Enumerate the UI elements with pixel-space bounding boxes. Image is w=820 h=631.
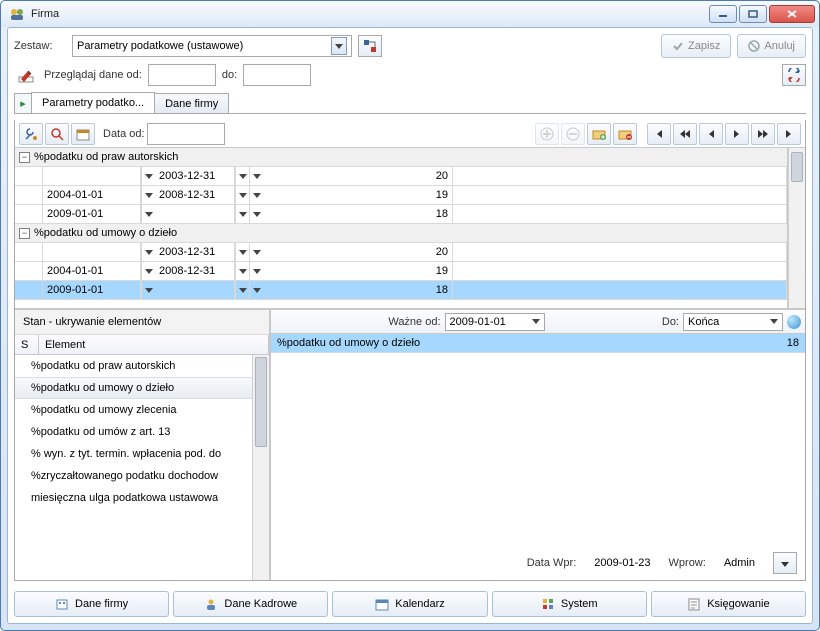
- do-label: Do:: [662, 316, 679, 328]
- refresh-button[interactable]: [782, 64, 806, 86]
- close-button[interactable]: [769, 5, 815, 23]
- calendar-button[interactable]: [71, 123, 95, 145]
- nav-forward-button[interactable]: [725, 123, 749, 145]
- edit-icon[interactable]: [14, 64, 38, 86]
- nav-system[interactable]: System: [492, 591, 647, 617]
- nav-last-button[interactable]: [777, 123, 801, 145]
- browse-from-label: Przeglądaj dane od:: [44, 69, 142, 81]
- wazne-od-label: Ważne od:: [388, 316, 440, 328]
- tab-dane-firmy[interactable]: Dane firmy: [154, 93, 229, 113]
- check-icon: [672, 40, 684, 52]
- group-label: %podatku od praw autorskich: [34, 151, 178, 163]
- cancel-button[interactable]: Anuluj: [737, 34, 806, 58]
- pane-toolbar: Data od:: [15, 120, 805, 148]
- list-item[interactable]: % wyn. z tyt. termin. wpłacenia pod. do: [15, 443, 269, 465]
- detail-row[interactable]: %podatku od umowy o dzieło 18: [271, 334, 805, 353]
- browse-to-input[interactable]: [243, 64, 311, 86]
- chevron-down-icon[interactable]: [331, 37, 347, 55]
- main-pane: Data od: −%podatku od praw auto: [14, 120, 806, 581]
- app-icon: [9, 6, 25, 22]
- date-from-label: Data od:: [103, 128, 145, 140]
- date-from-input[interactable]: [147, 123, 225, 145]
- list-item[interactable]: %podatku od umowy zlecenia: [15, 399, 269, 421]
- tabstrip: ▸ Parametry podatko... Dane firmy: [14, 92, 806, 114]
- window-title: Firma: [31, 8, 709, 20]
- nav-dane-firmy[interactable]: Dane firmy: [14, 591, 169, 617]
- collapse-icon[interactable]: −: [19, 228, 30, 239]
- do-field[interactable]: Końca: [683, 313, 783, 331]
- nav-ksiegowanie[interactable]: Księgowanie: [651, 591, 806, 617]
- list-item[interactable]: %podatku od umowy o dzieło: [15, 377, 269, 399]
- folder-plus-button[interactable]: [587, 123, 611, 145]
- col-element[interactable]: Element: [39, 335, 269, 354]
- titlebar: Firma: [1, 1, 819, 27]
- toggle-zestaw-button[interactable]: [358, 35, 382, 57]
- zestaw-combo[interactable]: Parametry podatkowe (ustawowe): [72, 35, 352, 57]
- add-button: [535, 123, 559, 145]
- bottom-nav: Dane firmy Dane Kadrowe Kalendarz System…: [14, 587, 806, 617]
- client-area: Zestaw: Parametry podatkowe (ustawowe) Z…: [7, 27, 813, 624]
- globe-icon[interactable]: [787, 315, 801, 329]
- browse-to-label: do:: [222, 69, 237, 81]
- nav-first-button[interactable]: [647, 123, 671, 145]
- zestaw-label: Zestaw:: [14, 40, 66, 52]
- calendar-icon: [375, 597, 389, 611]
- save-button[interactable]: Zapisz: [661, 34, 731, 58]
- tools-button[interactable]: [19, 123, 43, 145]
- nav-back-button[interactable]: [699, 123, 723, 145]
- cancel-icon: [748, 40, 760, 52]
- detail-panel: Ważne od: 2009-01-01 Do: Końca %podatku …: [271, 310, 805, 580]
- wprow-value: Admin: [724, 557, 755, 569]
- system-icon: [541, 597, 555, 611]
- data-wpr-value: 2009-01-23: [594, 557, 650, 569]
- book-icon: [687, 597, 701, 611]
- remove-button: [561, 123, 585, 145]
- search-button[interactable]: [45, 123, 69, 145]
- down-button[interactable]: [773, 552, 797, 574]
- nav-dane-kadrowe[interactable]: Dane Kadrowe: [173, 591, 328, 617]
- list-item[interactable]: %zryczałtowanego podatku dochodow: [15, 465, 269, 487]
- app-window: Firma Zestaw: Parametry podatkowe (ustaw…: [0, 0, 820, 631]
- hr-icon: [204, 597, 218, 611]
- collapse-icon[interactable]: −: [19, 152, 30, 163]
- element-list[interactable]: %podatku od praw autorskich %podatku od …: [15, 355, 269, 580]
- list-item[interactable]: miesięczna ulga podatkowa ustawowa: [15, 487, 269, 509]
- parameter-grid[interactable]: −%podatku od praw autorskich 2003-12-312…: [15, 148, 788, 308]
- wprow-label: Wprow:: [669, 557, 706, 569]
- element-panel-title: Stan - ukrywanie elementów: [15, 310, 269, 335]
- grid-scrollbar[interactable]: [788, 148, 805, 308]
- list-item[interactable]: %podatku od praw autorskich: [15, 355, 269, 377]
- browse-from-input[interactable]: [148, 64, 216, 86]
- wazne-od-field[interactable]: 2009-01-01: [445, 313, 545, 331]
- company-icon: [55, 597, 69, 611]
- zestaw-value: Parametry podatkowe (ustawowe): [77, 40, 243, 52]
- col-s[interactable]: S: [15, 335, 39, 354]
- minimize-button[interactable]: [709, 5, 737, 23]
- nav-fastforward-button[interactable]: [751, 123, 775, 145]
- element-panel: Stan - ukrywanie elementów S Element %po…: [15, 310, 271, 580]
- data-wpr-label: Data Wpr:: [527, 557, 577, 569]
- group-label: %podatku od umowy o dzieło: [34, 227, 177, 239]
- list-scrollbar[interactable]: [252, 355, 269, 580]
- folder-minus-button[interactable]: [613, 123, 637, 145]
- maximize-button[interactable]: [739, 5, 767, 23]
- nav-kalendarz[interactable]: Kalendarz: [332, 591, 487, 617]
- nav-fastback-button[interactable]: [673, 123, 697, 145]
- run-handle[interactable]: ▸: [14, 93, 32, 113]
- tab-parametry[interactable]: Parametry podatko...: [31, 92, 155, 113]
- list-item[interactable]: %podatku od umów z art. 13: [15, 421, 269, 443]
